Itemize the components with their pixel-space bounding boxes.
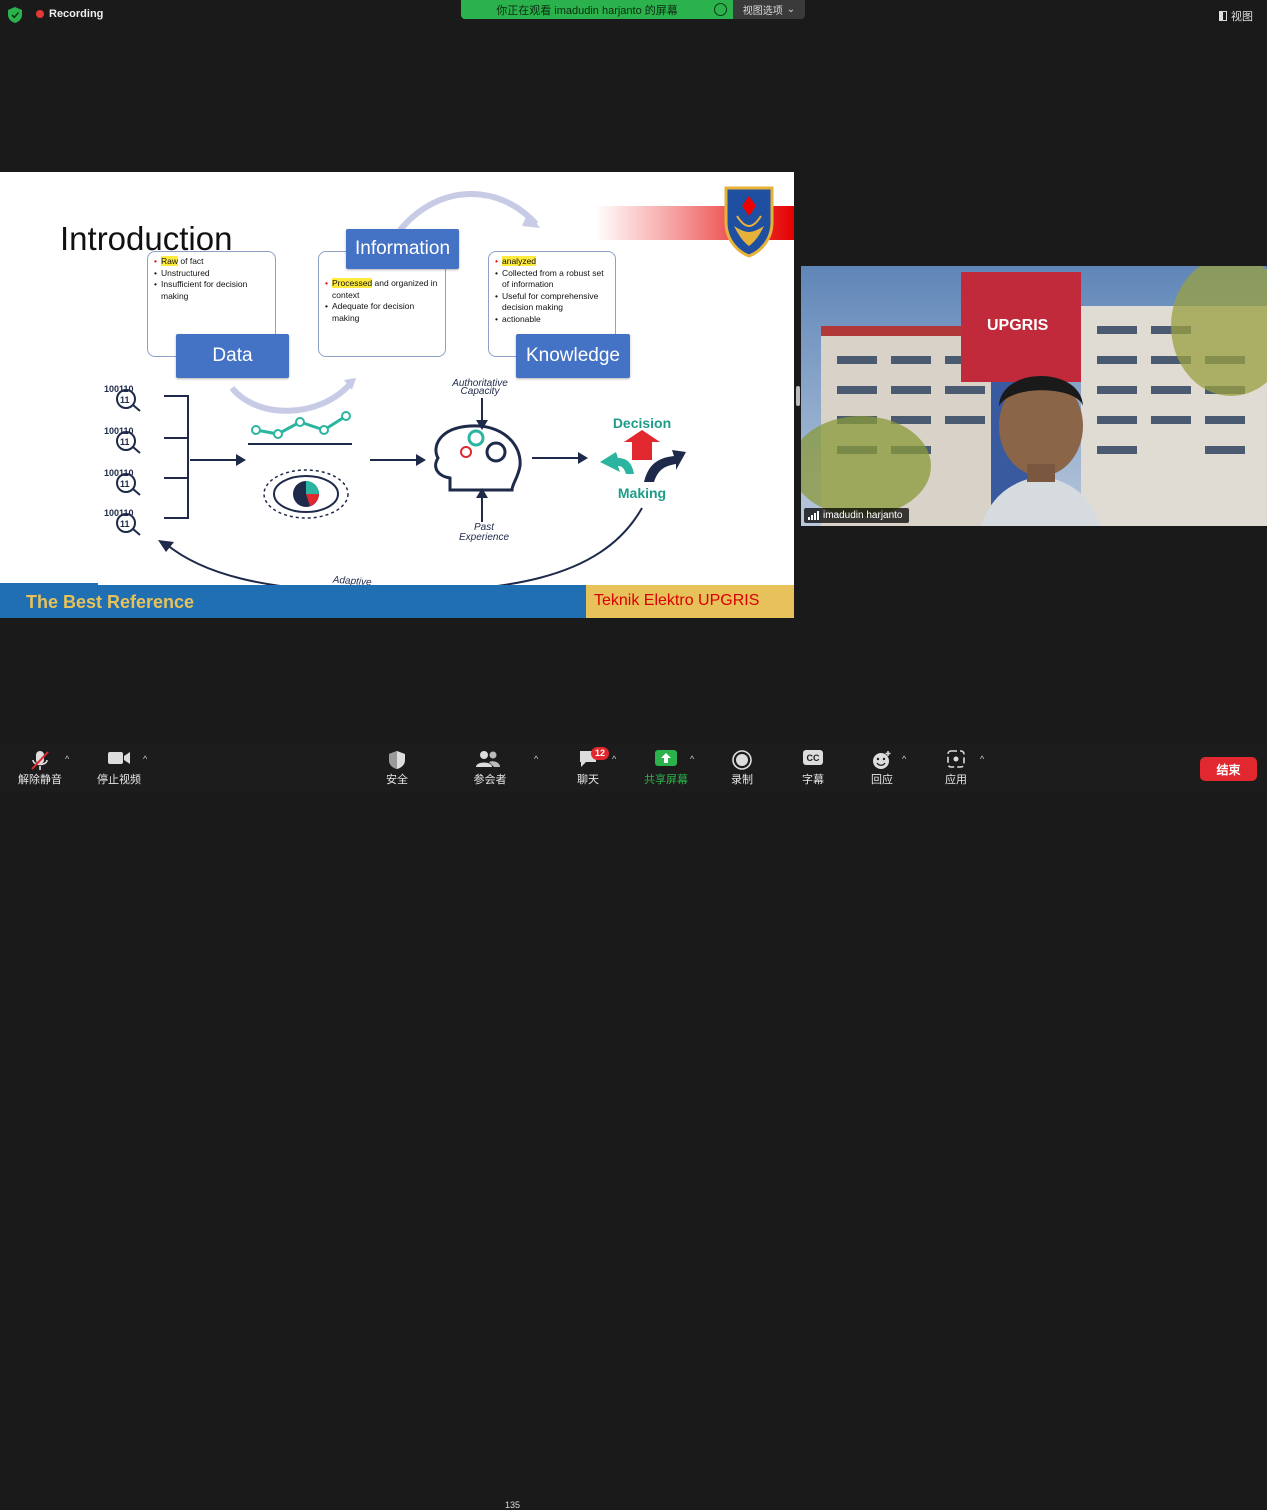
stop-video-label: 停止视频 [97,774,141,786]
chevron-up-icon[interactable]: ^ [534,754,538,764]
binary-text: 11 [120,395,130,405]
list-item: Insufficient for decision making [154,279,271,302]
data-label: Data [176,334,289,378]
record-label: 录制 [731,774,753,786]
view-button[interactable]: 视图 [1219,8,1253,24]
decision-label: Decision [613,415,671,431]
recording-indicator[interactable]: Recording [36,8,103,20]
security-button[interactable]: 安全 [374,744,420,792]
unmute-label: 解除静音 [18,774,62,786]
list-item: Unstructured [154,268,271,280]
cycle-arrow-bottom [229,381,353,414]
chevron-up-icon[interactable]: ^ [902,754,906,764]
chevron-up-icon[interactable]: ^ [690,754,694,764]
apps-label: 应用 [945,774,967,786]
reactions-label: 回应 [871,774,893,786]
share-screen-icon [655,750,677,766]
unmute-button[interactable]: 解除静音 [10,744,70,792]
viewing-banner: 你正在观看 imadudin harjanto 的屏幕 [461,0,733,19]
microphone-muted-icon [31,751,49,770]
captions-button[interactable]: CC 字幕 [790,744,836,792]
bracket [164,395,189,519]
share-screen-label: 共享屏幕 [644,774,688,786]
participant-video[interactable]: UPGRIS imadudin harjanto [801,266,1267,526]
signal-icon [808,511,819,520]
meeting-toolbar: 解除静音 ^ 停止视频 ^ 安全 参会者 135 ^ 聊天 ^ 共享屏幕 ^ 录… [0,744,1267,1510]
chat-unread-badge: 12 [591,747,610,760]
shared-screen-slide: Introduction 100110 11 100110 11 100110 … [0,172,794,618]
list-item: Useful for comprehensive decision making [495,291,611,314]
view-options-label: 视图选项 [742,6,783,17]
resize-handle[interactable] [796,386,800,406]
participant-name-tag: imadudin harjanto [804,508,909,523]
list-item: Collected from a robust set of informati… [495,268,611,291]
captions-icon: CC [803,750,823,765]
participants-button[interactable]: 参会者 [466,744,514,792]
chevron-up-icon[interactable]: ^ [612,754,616,764]
pie-target-icon [263,469,349,519]
chevron-up-icon[interactable]: ^ [980,754,984,764]
cycle-arrow-top [397,191,539,232]
participants-icon [476,751,500,767]
binary-data-icons: 100110 11 100110 11 100110 11 100110 11 [104,384,141,536]
apps-icon [947,750,965,768]
video-camera-icon [108,752,130,764]
security-label: 安全 [386,774,408,786]
footer-department: Teknik Elektro UPGRIS [594,592,760,609]
footer-slogan: The Best Reference [26,592,195,612]
view-label: 视图 [1231,11,1253,23]
stop-viewing-icon[interactable] [714,3,727,16]
smiley-icon [873,751,891,769]
knowledge-label: Knowledge [516,334,630,378]
video-frame: UPGRIS [801,266,1267,526]
recording-dot-icon [36,10,44,18]
binary-text: 11 [120,437,130,447]
binary-text: 11 [120,519,130,529]
making-label: Making [618,485,666,501]
participant-name: imadudin harjanto [823,510,903,521]
chevron-down-icon: ⌄ [786,4,796,15]
apps-button[interactable]: 应用 [934,744,978,792]
record-button[interactable]: 录制 [720,744,764,792]
experience-label: Experience [459,532,509,543]
captions-label: 字幕 [802,774,824,786]
decision-arrows-icon [600,430,686,482]
information-label: Information [346,229,459,269]
stop-video-button[interactable]: 停止视频 [90,744,148,792]
adaptive-loop [165,507,643,594]
chevron-up-icon[interactable]: ^ [143,754,147,764]
top-bar: Recording 你正在观看 imadudin harjanto 的屏幕 视图… [0,0,1267,30]
list-item: Processed and organized in context [325,278,441,301]
list-item: Raw of fact [154,256,271,268]
shield-icon [389,751,405,769]
capacity-label: Capacity [461,386,501,397]
list-item: actionable [495,314,611,326]
binary-text: 11 [120,479,130,489]
viewing-label: 你正在观看 imadudin harjanto 的屏幕 [496,4,678,17]
chevron-up-icon[interactable]: ^ [65,754,69,764]
chat-label: 聊天 [577,774,599,786]
participants-label: 参会者 [473,774,507,786]
reactions-button[interactable]: 回应 [860,744,904,792]
head-gears-icon [434,424,522,492]
building-sign: UPGRIS [987,317,1049,334]
view-options-button[interactable]: 视图选项 ⌄ [733,0,805,19]
view-layout-icon [1219,11,1227,21]
line-chart-icon [248,411,352,445]
participants-count: 135 [505,1500,521,1510]
end-meeting-button[interactable]: 结束 [1200,757,1257,781]
share-screen-button[interactable]: 共享屏幕 [640,744,692,792]
record-icon [732,750,752,770]
list-item: Adequate for decision making [325,301,441,324]
shield-icon[interactable] [8,7,22,23]
list-item: analyzed [495,256,611,268]
recording-label: Recording [49,8,104,20]
